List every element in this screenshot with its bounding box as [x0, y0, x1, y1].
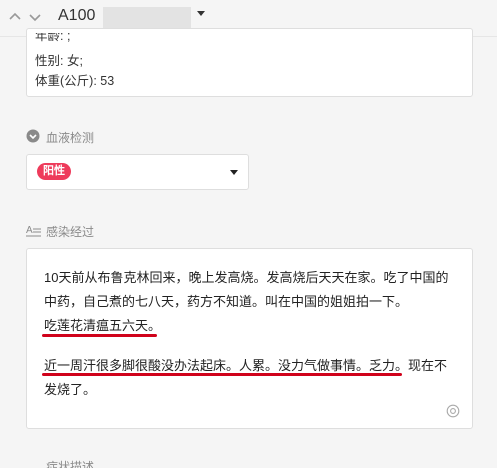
blood-test-select[interactable]: 阳性 — [26, 154, 249, 190]
infection-process-label: 感染经过 — [46, 225, 95, 239]
blood-test-label: 血液检测 — [46, 131, 95, 145]
chevron-down-icon[interactable] — [28, 10, 42, 24]
age-line: 年龄: ; — [35, 29, 71, 43]
caret-down-icon[interactable] — [197, 11, 205, 16]
chevron-circle-icon — [26, 129, 40, 143]
weight-line: 体重(公斤): 53 — [35, 74, 115, 88]
mention-icon[interactable] — [446, 404, 460, 418]
red-underline — [42, 334, 157, 337]
caret-down-icon[interactable] — [230, 170, 238, 175]
status-badge: 阳性 — [37, 163, 71, 180]
symptom-section-header: 症状描述 — [26, 458, 226, 468]
text-line-5: 发烧了。 — [44, 382, 97, 397]
text-line-1: 10天前从布鲁克林回来，晚上发高烧。发高烧后天天在家。吃了中国的 — [44, 270, 449, 285]
text-format-icon: A — [26, 225, 41, 237]
patient-info-card: 年龄: ; 性别: 女; 体重(公斤): 53 — [26, 28, 473, 97]
infection-process-textarea[interactable]: 10天前从布鲁克林回来，晚上发高烧。发高烧后天天在家。吃了中国的 中药，自己煮的… — [26, 248, 473, 429]
red-underline — [42, 373, 402, 376]
svg-text:A: A — [26, 225, 33, 236]
text-line-2: 中药，自己煮的七八天，药方不知道。叫在中国的姐姐拍一下。 — [44, 294, 409, 309]
redacted-block — [103, 7, 191, 28]
record-id: A100 — [58, 7, 96, 24]
symptom-label: 症状描述 — [46, 460, 95, 468]
text-line-4: 近一周汗很多脚很酸没办法起床。人累。没力气做事情。乏力。现在不 — [44, 358, 448, 373]
gender-line: 性别: 女; — [35, 54, 83, 68]
chevron-up-icon[interactable] — [8, 10, 22, 24]
text-line-3: 吃莲花清瘟五六天。 — [44, 318, 162, 333]
